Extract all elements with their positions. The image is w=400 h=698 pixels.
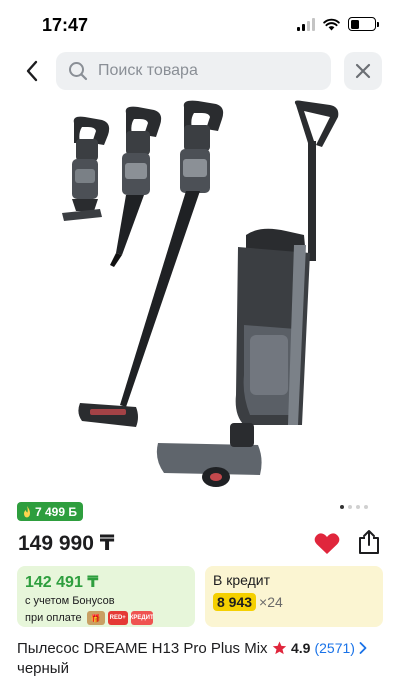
search-icon — [69, 62, 88, 81]
bonus-price-card[interactable]: 142 491 ₸ с учетом Бонусов при оплате 🎁 … — [17, 566, 195, 627]
flame-icon — [24, 505, 30, 517]
status-icons — [297, 17, 379, 31]
pagination-dot — [356, 505, 360, 509]
product-price: 149 990 ₸ — [18, 532, 115, 555]
gallery-pagination — [340, 505, 368, 509]
search-bar[interactable] — [56, 52, 331, 90]
credit-label: В кредит — [213, 572, 271, 588]
share-icon — [359, 530, 379, 554]
chevron-left-icon — [26, 60, 38, 82]
heart-icon — [314, 533, 340, 554]
bonus-payment-label: при оплате — [25, 611, 82, 624]
close-button[interactable] — [344, 52, 382, 90]
wifi-icon — [323, 18, 340, 30]
payment-badges: 🎁 RED+ КРЕДИТ — [86, 611, 154, 625]
close-icon — [355, 63, 371, 79]
chevron-right-icon — [359, 642, 367, 654]
status-bar: 17:47 — [0, 0, 400, 50]
favorite-button[interactable] — [314, 532, 342, 556]
gift-badge-icon: 🎁 — [86, 611, 105, 625]
product-title: Пылесос DREAME H13 Pro Plus Mix черный — [17, 640, 268, 677]
bonus-badge-label: 7 499 Б — [35, 504, 77, 519]
pagination-dot — [364, 505, 368, 509]
credit-monthly-amount: 8 943 — [213, 593, 257, 611]
handheld-vacuum-small — [62, 116, 110, 221]
pagination-dot — [348, 505, 352, 509]
search-input[interactable] — [98, 62, 298, 80]
reviews-count-link[interactable]: (2571) — [314, 640, 354, 656]
back-button[interactable] — [18, 56, 46, 86]
status-time: 17:47 — [42, 15, 89, 35]
rating-score: 4.9 — [291, 640, 311, 656]
red-plus-badge: RED+ — [107, 611, 128, 625]
pagination-dot-active — [340, 505, 344, 509]
product-rating[interactable]: 4.9 (2571) — [272, 640, 367, 656]
cellular-signal-icon — [297, 17, 315, 31]
credit-card[interactable]: В кредит 8 943 ×24 — [205, 566, 383, 627]
bonus-badge: 7 499 Б — [17, 502, 83, 521]
kredit-badge: КРЕДИТ — [130, 611, 154, 625]
bonus-price-note: с учетом Бонусов — [25, 595, 115, 607]
bonus-price-amount: 142 491 ₸ — [25, 574, 99, 591]
star-icon — [272, 641, 287, 655]
product-image[interactable] — [40, 95, 370, 495]
handheld-vacuum-crevice — [110, 106, 162, 267]
battery-icon — [348, 17, 379, 31]
share-button[interactable] — [356, 529, 384, 557]
credit-months: ×24 — [259, 594, 283, 610]
credit-row: 8 943 ×24 — [213, 593, 375, 611]
bonus-payment-row: при оплате 🎁 RED+ КРЕДИТ — [25, 611, 187, 625]
stick-vacuum — [78, 100, 224, 427]
